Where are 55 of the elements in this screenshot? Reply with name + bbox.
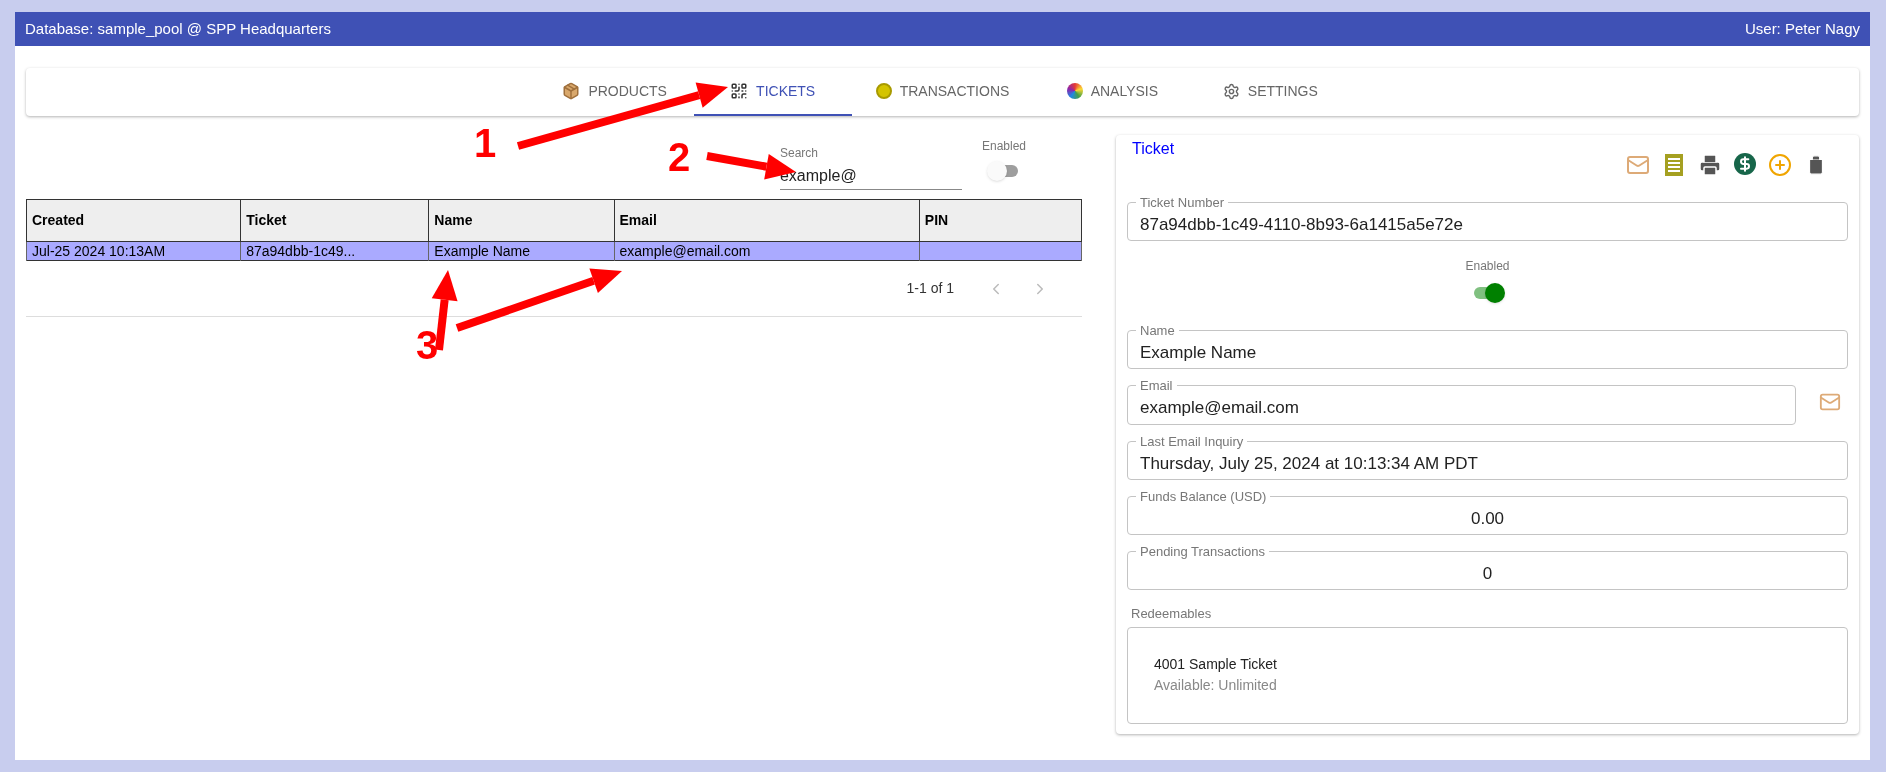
annotation-number: 3 [416,325,439,365]
table-cell: 87a94dbb-1c49... [246,243,356,259]
field-value: example@email.com [1140,397,1299,420]
text-field[interactable]: Last Email Inquiry Thursday, July 25, 2024 at 10:13:34 AM PDT [1127,434,1848,480]
search-label: Search [779,145,819,162]
field-label: Ticket Number [1139,195,1226,210]
column-header[interactable]: Ticket [240,199,429,242]
text-field[interactable]: Funds Balance (USD) 0.00 [1127,489,1848,535]
user-name: User: Peter Nagy [1744,18,1860,39]
text-field[interactable]: Ticket Number 87a94dbb-1c49-4110-8b93-6a1415a5e72e [1127,195,1848,241]
add-icon[interactable] [1768,153,1792,177]
field-value: 0.00 [1470,508,1505,531]
settings-icon [1222,82,1240,100]
print-icon[interactable] [1698,153,1722,177]
field-value: 87a94dbb-1c49-4110-8b93-6a1415a5e72e [1140,214,1463,237]
nav-tab[interactable]: ANALYSIS [1033,68,1192,116]
section-label: Redeemables [1131,605,1213,623]
nav-tab[interactable]: TRANSACTIONS [851,68,1034,116]
qr-code-icon [730,82,749,100]
column-header[interactable]: Created [26,199,241,242]
field-label: Pending Transactions [1139,544,1267,559]
field-label: Email [1139,378,1174,393]
field-value: Example Name [1140,342,1257,365]
dollar-icon[interactable] [1734,153,1756,175]
text-field[interactable]: Email example@email.com [1127,378,1796,425]
field-label: Last Email Inquiry [1139,434,1245,449]
annotation-number: 1 [474,123,497,163]
text-field[interactable]: Pending Transactions 0 [1127,544,1848,590]
redeemable-name: 4001 Sample Ticket [1154,655,1278,674]
box-icon [562,82,581,100]
redeemable-availability: Available: Unlimited [1154,676,1278,695]
card-title: Ticket [1132,139,1175,159]
annotation-number: 2 [668,137,691,177]
column-header[interactable]: Email [614,199,920,242]
field-value: Thursday, July 25, 2024 at 10:13:34 AM PDT [1140,453,1478,476]
field-label: Funds Balance (USD) [1139,489,1268,504]
table-cell: Example Name [434,243,531,259]
color-wheel-icon [1066,83,1083,99]
field-value: 0 [1482,563,1493,586]
database-title: Database: sample_pool @ SPP Headquarters [25,18,331,39]
toggle-label: Enabled [1465,258,1510,275]
nav-tab[interactable]: PRODUCTS [535,68,694,116]
text-field[interactable]: Name Example Name [1127,323,1848,369]
coin-icon [875,83,892,99]
nav-tab[interactable]: SETTINGS [1191,68,1350,116]
email-icon[interactable] [1626,153,1650,177]
pagination-text: 1-1 of 1 [906,279,954,298]
column-header[interactable]: Name [428,199,615,242]
search-value: example@ [779,166,858,186]
receipt-icon[interactable] [1662,153,1686,177]
field-label: Name [1139,323,1176,338]
table-cell: example@email.com [619,243,751,259]
toggle-label: Enabled [981,138,1026,155]
table-cell: Jul-25 2024 10:13AM [32,243,166,259]
column-header[interactable]: PIN [919,199,1082,242]
